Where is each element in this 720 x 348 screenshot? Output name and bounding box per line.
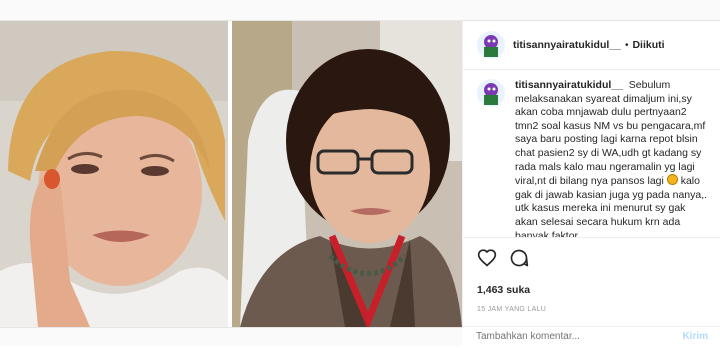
post-actions: 1,463 suka 15 JAM YANG LALU (463, 237, 720, 328)
caption-text: titisannyairatukidul__ Sebulum melaksana… (515, 79, 711, 245)
caption-avatar[interactable] (477, 79, 505, 107)
follow-status-button[interactable]: Diikuti (632, 39, 664, 51)
avatar[interactable] (477, 31, 505, 59)
comment-input[interactable] (476, 331, 666, 342)
like-count[interactable]: 1,463 suka (477, 284, 530, 296)
send-comment-button[interactable]: Kirim (682, 331, 708, 342)
post-header: titisannyairatukidul__ • Diikuti (463, 21, 720, 70)
action-icons (477, 248, 529, 268)
post-side-panel: titisannyairatukidul__ • Diikuti titisan… (462, 21, 720, 328)
photo-collage (0, 21, 462, 327)
instagram-post-frame: titisannyairatukidul__ • Diikuti titisan… (0, 0, 720, 348)
post-timestamp[interactable]: 15 JAM YANG LALU (477, 306, 546, 313)
caption-body-1: Sebulum melaksanakan syareat dimaljum in… (515, 79, 706, 188)
caption-username-link[interactable]: titisannyairatukidul__ (515, 79, 623, 91)
grinning-face-emoji-icon (666, 174, 678, 186)
post-photo[interactable] (0, 21, 462, 327)
separator-dot: • (624, 39, 629, 51)
comment-bar: Kirim (462, 326, 720, 348)
avatar-image (477, 31, 505, 59)
caption-avatar-image (477, 79, 505, 107)
post-card: titisannyairatukidul__ • Diikuti titisan… (0, 20, 720, 348)
comment-icon[interactable] (509, 248, 529, 268)
username-link[interactable]: titisannyairatukidul__ (513, 39, 621, 51)
heart-icon[interactable] (477, 248, 497, 268)
caption-block: titisannyairatukidul__ Sebulum melaksana… (477, 79, 713, 245)
